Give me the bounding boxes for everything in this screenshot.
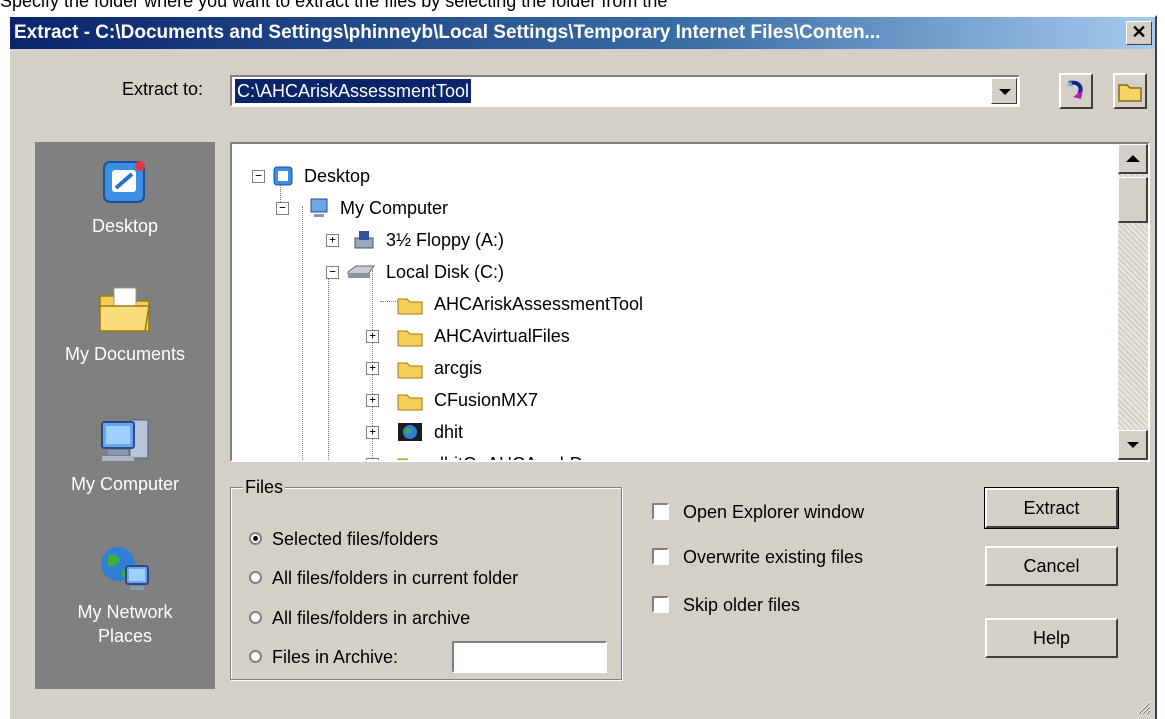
my-computer-icon	[101, 419, 149, 461]
place-desktop[interactable]: Desktop	[35, 154, 215, 238]
cancel-button[interactable]: Cancel	[985, 546, 1118, 586]
tree-expand-toggle[interactable]: +	[366, 458, 379, 460]
folder-icon	[397, 362, 423, 379]
place-label: My Computer	[70, 474, 180, 494]
folder-icon	[397, 394, 423, 411]
tree-collapse-toggle[interactable]: −	[252, 170, 265, 183]
disk-icon	[347, 265, 375, 278]
checkbox[interactable]	[652, 502, 669, 520]
up-arrow-icon	[1067, 80, 1083, 99]
tree-expand-toggle[interactable]: +	[366, 330, 379, 343]
folder-icon	[397, 330, 423, 347]
scroll-down-button[interactable]	[1118, 430, 1148, 460]
radio-all-in-archive[interactable]: All files/folders in archive	[249, 605, 470, 631]
floppy-icon	[354, 231, 374, 249]
tree-item-label: Desktop	[304, 166, 371, 186]
tree-item-label: 3½ Floppy (A:)	[386, 230, 505, 250]
scroll-down-icon	[1127, 442, 1139, 448]
files-group: Files Selected files/folders All files/f…	[230, 477, 622, 680]
extract-to-combobox[interactable]: C:\AHCAriskAssessmentTool	[230, 75, 1020, 107]
close-icon: ✕	[1131, 22, 1147, 42]
combo-dropdown-button[interactable]	[991, 78, 1017, 104]
scroll-up-icon	[1126, 155, 1140, 162]
new-folder-button[interactable]	[1113, 73, 1147, 109]
tree-item-label: My Computer	[340, 198, 449, 218]
scroll-up-button[interactable]	[1118, 144, 1148, 174]
checkbox-overwrite[interactable]: Overwrite existing files	[652, 544, 863, 570]
tree-item-label: dhitOnAHCAwebDev	[434, 448, 602, 460]
folder-tree[interactable]: − Desktop − My Computer + 3½ Floppy (A:)	[230, 142, 1150, 462]
place-label: Desktop	[91, 216, 159, 236]
place-label: My Documents	[64, 344, 186, 364]
tree-item-label: CFusionMX7	[434, 390, 539, 410]
title-bar[interactable]: Extract - C:\Documents and Settings\phin…	[10, 17, 1155, 49]
folder-icon	[1118, 84, 1142, 102]
radio-label: All files/folders in current folder	[272, 568, 519, 588]
files-in-archive-input[interactable]	[452, 641, 607, 673]
my-documents-icon	[99, 287, 150, 332]
network-places-icon	[101, 547, 149, 590]
radio-files-in-archive[interactable]: Files in Archive:	[249, 644, 398, 670]
tree-item-label: Local Disk (C:)	[386, 262, 505, 282]
checkbox-skip-older[interactable]: Skip older files	[652, 592, 800, 618]
radio-button[interactable]	[249, 610, 262, 624]
tree-collapse-toggle[interactable]: −	[276, 202, 289, 215]
tree-item-label: arcgis	[434, 358, 483, 378]
place-my-network-places[interactable]: My Network Places	[35, 540, 215, 648]
checkbox-label: Skip older files	[683, 595, 801, 615]
tree-line	[302, 206, 303, 460]
tree-line	[328, 270, 329, 460]
window-title: Extract - C:\Documents and Settings\phin…	[14, 22, 881, 43]
chevron-down-icon	[999, 89, 1011, 95]
tree-expand-toggle[interactable]: +	[326, 234, 339, 247]
radio-label: Files in Archive:	[272, 647, 399, 667]
tree-item-label: AHCAriskAssessmentTool	[434, 294, 644, 314]
place-label: My Network Places	[77, 602, 173, 646]
checkbox[interactable]	[652, 547, 669, 565]
extract-dialog: Extract - C:\Documents and Settings\phin…	[8, 15, 1157, 719]
background-instruction-text: Specify the folder where you want to ext…	[0, 0, 668, 11]
tree-expand-toggle[interactable]: +	[366, 426, 379, 439]
tree-expand-toggle[interactable]: +	[366, 362, 379, 375]
resize-grip-icon[interactable]	[1135, 699, 1151, 715]
close-button[interactable]: ✕	[1126, 21, 1152, 45]
radio-selected-files[interactable]: Selected files/folders	[249, 526, 438, 552]
files-group-label: Files	[243, 477, 286, 498]
extract-to-value[interactable]: C:\AHCAriskAssessmentTool	[235, 79, 472, 103]
desktop-icon	[103, 161, 145, 203]
places-bar: Desktop My Documents My Computer My Netw…	[35, 142, 215, 689]
radio-label: All files/folders in archive	[272, 608, 471, 628]
place-my-documents[interactable]: My Documents	[35, 282, 215, 366]
up-folder-button[interactable]	[1059, 73, 1093, 109]
folder-icon	[397, 298, 423, 315]
checkbox[interactable]	[652, 595, 669, 613]
desktop-icon	[273, 166, 293, 186]
my-computer-icon	[310, 198, 328, 217]
radio-button[interactable]	[249, 649, 262, 663]
checkbox-label: Open Explorer window	[683, 502, 865, 522]
radio-button[interactable]	[249, 570, 262, 584]
scroll-thumb[interactable]	[1118, 177, 1148, 223]
extract-to-label: Extract to:	[122, 79, 204, 99]
checkbox-open-explorer[interactable]: Open Explorer window	[652, 499, 864, 525]
tree-expand-toggle[interactable]: +	[366, 394, 379, 407]
tree-item-label: AHCAvirtualFiles	[434, 326, 570, 346]
radio-button-selected[interactable]	[249, 531, 262, 545]
checkbox-label: Overwrite existing files	[683, 547, 864, 567]
help-button[interactable]: Help	[985, 618, 1118, 658]
extract-button[interactable]: Extract	[984, 487, 1119, 529]
radio-label: Selected files/folders	[272, 529, 439, 549]
tree-item-label: dhit	[434, 422, 464, 442]
globe-folder-icon	[398, 423, 422, 441]
folder-icon	[397, 458, 409, 460]
tree-collapse-toggle[interactable]: −	[326, 266, 339, 279]
radio-current-folder[interactable]: All files/folders in current folder	[249, 565, 518, 591]
place-my-computer[interactable]: My Computer	[35, 412, 215, 496]
tree-scrollbar[interactable]	[1118, 144, 1148, 460]
